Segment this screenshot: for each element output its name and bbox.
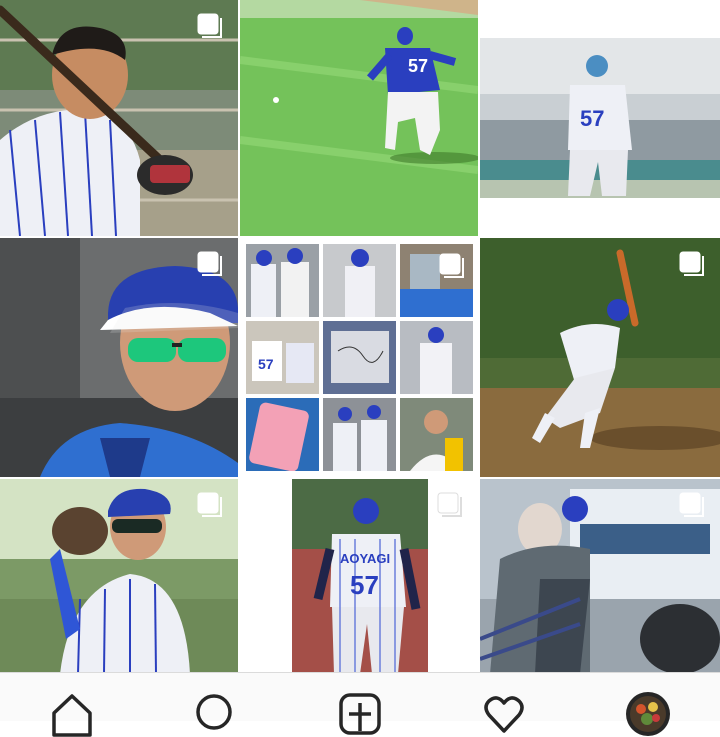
post-tile-aoyagi[interactable]: AOYAGI 57 (240, 479, 478, 674)
bottom-tab-bar (0, 672, 720, 737)
photo-back-view: 57 (480, 0, 720, 236)
post-tile-batter[interactable] (0, 0, 238, 236)
post-tile-glove[interactable] (0, 479, 238, 674)
collage-photo (400, 321, 473, 394)
multiple-photos-icon (196, 491, 224, 519)
post-tile-collage[interactable]: 57 (240, 238, 478, 477)
home-icon (52, 694, 92, 737)
collage-photo (323, 321, 396, 394)
heart-icon (484, 696, 524, 733)
collage-photo (246, 244, 319, 317)
post-tile-fielder[interactable]: 57 (240, 0, 478, 236)
multiple-photos-icon (438, 252, 466, 280)
multiple-photos-icon (678, 491, 706, 519)
add-post-icon (339, 693, 381, 735)
collage-photo (323, 398, 396, 471)
multiple-photos-icon (196, 250, 224, 278)
post-grid: 57 57 57 AOYAGI 57 (0, 0, 720, 674)
jersey-name-text: AOYAGI (340, 551, 390, 566)
tab-home[interactable] (42, 673, 102, 737)
collage-photo: 57 (246, 321, 319, 394)
jersey-number-text: 57 (350, 570, 379, 600)
collage-photo (323, 244, 396, 317)
multiple-photos-icon (436, 491, 464, 519)
post-tile-hitting[interactable] (480, 238, 720, 477)
post-tile-bus[interactable] (480, 479, 720, 674)
tab-profile[interactable] (618, 673, 678, 736)
collage-photo (246, 398, 319, 471)
photo-fielder: 57 (240, 0, 478, 236)
multiple-photos-icon (196, 12, 224, 40)
tab-activity[interactable] (474, 673, 534, 733)
post-tile-back-view[interactable]: 57 (480, 0, 720, 236)
svg-text:57: 57 (258, 356, 274, 372)
tab-new-post[interactable] (330, 673, 390, 735)
post-tile-closeup[interactable] (0, 238, 238, 477)
collage-photo (400, 398, 473, 471)
profile-avatar (626, 692, 670, 736)
jersey-number-text: 57 (580, 106, 604, 131)
search-icon (196, 694, 232, 730)
tab-search[interactable] (186, 673, 246, 730)
svg-text:57: 57 (408, 56, 428, 76)
multiple-photos-icon (678, 250, 706, 278)
